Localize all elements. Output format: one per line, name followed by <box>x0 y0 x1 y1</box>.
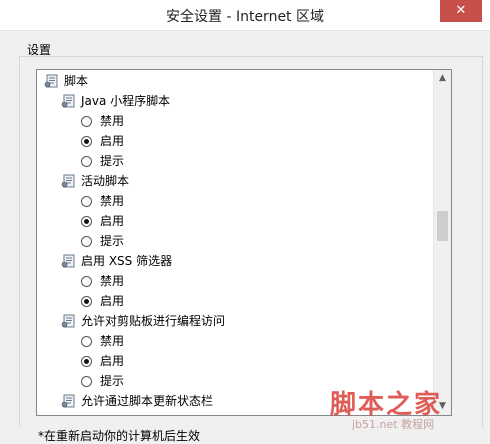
radio-unchecked-icon[interactable] <box>81 156 92 167</box>
tree-item-label: 提示 <box>100 154 125 168</box>
tree-item-label: 启用 <box>100 354 125 368</box>
tree-item-label: Java 小程序脚本 <box>81 94 171 108</box>
radio-option[interactable]: 提示 <box>81 151 124 171</box>
radio-checked-icon[interactable] <box>81 296 92 307</box>
radio-option[interactable]: 启用 <box>81 131 124 151</box>
tree-item-label: 启用 <box>100 214 125 228</box>
restart-footnote: *在重新启动你的计算机后生效 <box>38 429 201 443</box>
radio-unchecked-icon[interactable] <box>81 196 92 207</box>
setting-icon <box>61 314 76 328</box>
watermark-subtext: jb51.net 教程网 <box>352 418 435 431</box>
close-button[interactable]: ✕ <box>440 0 482 22</box>
window-title: 安全设置 - Internet 区域 <box>166 9 324 25</box>
setting-icon <box>61 174 76 188</box>
tree-item-label: 禁用 <box>100 114 125 128</box>
radio-option[interactable]: 禁用 <box>81 271 124 291</box>
setting-icon <box>61 254 76 268</box>
tree-setting: 允许对剪贴板进行编程访问 <box>61 311 225 331</box>
radio-option[interactable]: 提示 <box>81 231 124 251</box>
tree-item-label: 活动脚本 <box>81 174 130 188</box>
setting-icon <box>61 394 76 408</box>
scroll-thumb[interactable] <box>437 211 448 241</box>
tree-item-label: 允许通过脚本更新状态栏 <box>81 394 214 408</box>
setting-icon <box>44 74 59 88</box>
radio-option[interactable]: 禁用 <box>81 331 124 351</box>
radio-unchecked-icon[interactable] <box>81 376 92 387</box>
radio-option[interactable]: 禁用 <box>81 411 124 415</box>
radio-unchecked-icon[interactable] <box>81 236 92 247</box>
radio-option[interactable]: 启用 <box>81 351 124 371</box>
tree-item-label: 启用 <box>100 294 125 308</box>
tree-item-label: 禁用 <box>100 194 125 208</box>
setting-icon <box>61 94 76 108</box>
radio-unchecked-icon[interactable] <box>81 116 92 127</box>
tree-item-label: 允许对剪贴板进行编程访问 <box>81 314 226 328</box>
radio-unchecked-icon[interactable] <box>81 336 92 347</box>
radio-checked-icon[interactable] <box>81 136 92 147</box>
tree-item-label: 提示 <box>100 234 125 248</box>
tree-setting: Java 小程序脚本 <box>61 91 170 111</box>
scroll-up-arrow-icon[interactable]: ▲ <box>434 70 451 87</box>
tree-item-label: 脚本 <box>64 74 89 88</box>
tree-item-label: 禁用 <box>100 274 125 288</box>
tree-item-label: 提示 <box>100 374 125 388</box>
tree-setting: 允许通过脚本更新状态栏 <box>61 391 213 411</box>
radio-option[interactable]: 禁用 <box>81 111 124 131</box>
close-icon: ✕ <box>455 3 467 18</box>
title-bar: 安全设置 - Internet 区域 ✕ <box>0 0 490 31</box>
tree-item-label: 禁用 <box>100 414 124 415</box>
settings-tree-list[interactable]: 脚本 Java 小程序脚本 禁用 启用 提示 活动脚本 禁用 启用 提示 启用 XSS 筛选器 禁用… <box>36 69 452 416</box>
radio-unchecked-icon[interactable] <box>81 276 92 287</box>
tree-item-label: 启用 XSS 筛选器 <box>81 254 173 268</box>
radio-option[interactable]: 提示 <box>81 371 124 391</box>
tree-setting: 启用 XSS 筛选器 <box>61 251 172 271</box>
tree-item-label: 禁用 <box>100 334 125 348</box>
radio-option[interactable]: 启用 <box>81 211 124 231</box>
radio-checked-icon[interactable] <box>81 356 92 367</box>
radio-option[interactable]: 启用 <box>81 291 124 311</box>
tree-item-label: 启用 <box>100 134 125 148</box>
tree-setting: 活动脚本 <box>61 171 129 191</box>
radio-checked-icon[interactable] <box>81 216 92 227</box>
tree-category: 脚本 <box>44 71 88 91</box>
vertical-scrollbar[interactable]: ▲ ▼ <box>433 70 451 415</box>
radio-option[interactable]: 禁用 <box>81 191 124 211</box>
